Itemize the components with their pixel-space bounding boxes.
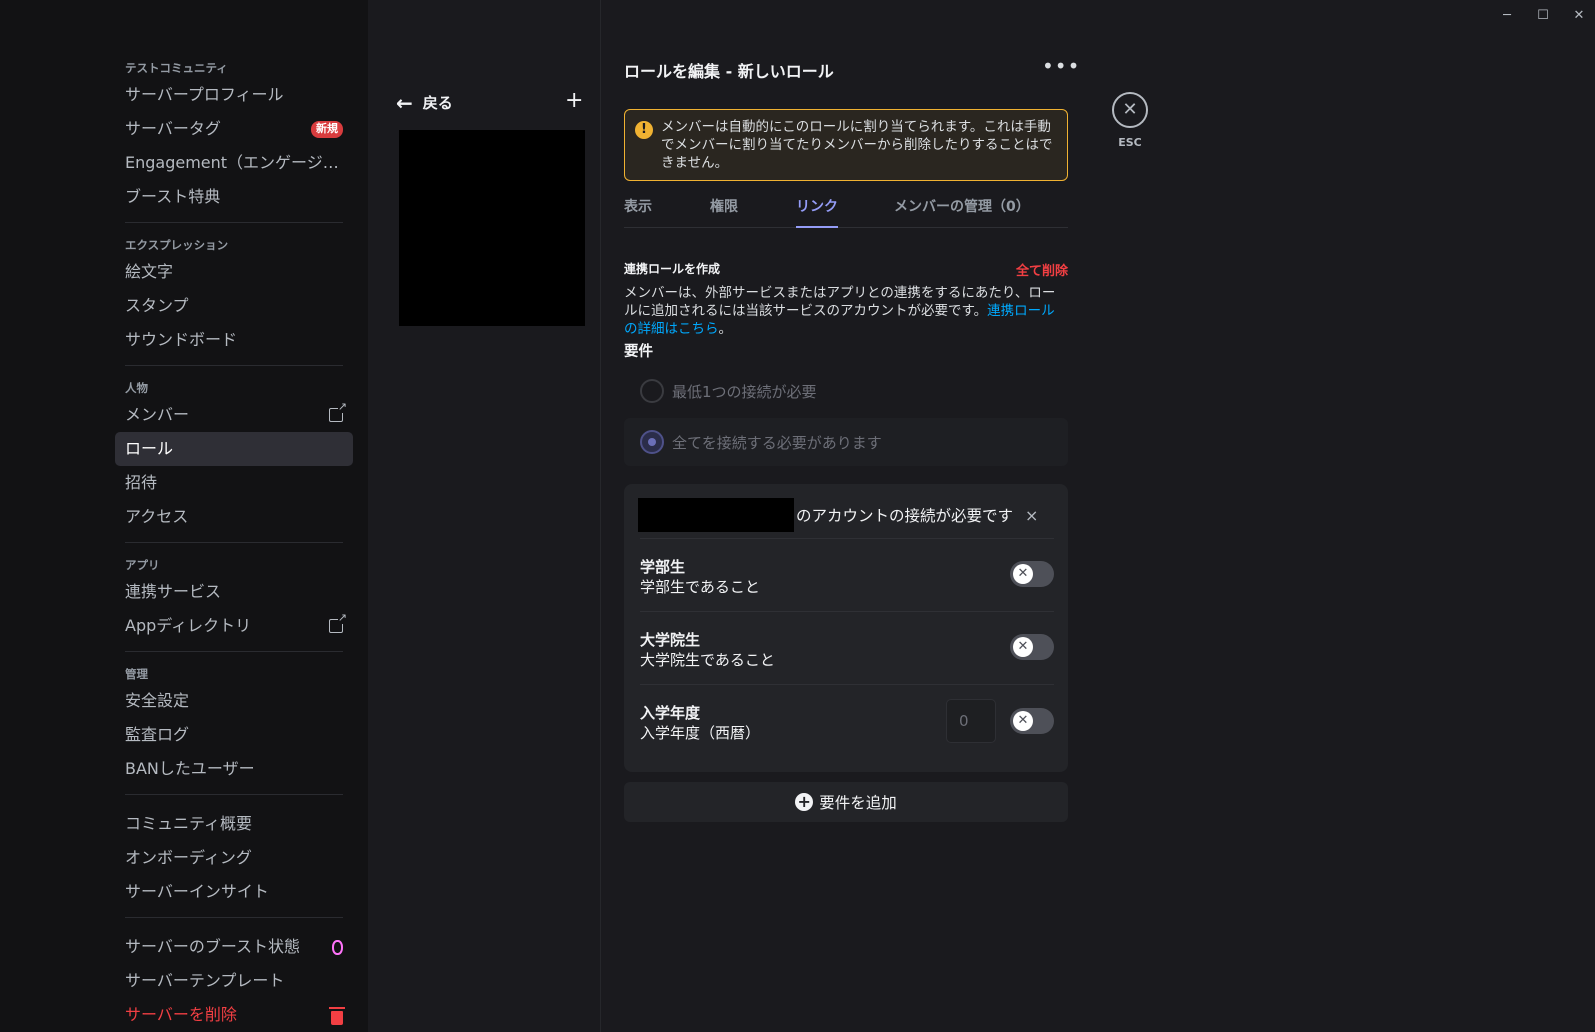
- close-settings[interactable]: ✕ ESC: [1112, 92, 1148, 149]
- sidebar-item-safety[interactable]: 安全設定: [115, 684, 353, 718]
- radio-require-any[interactable]: 最低1つの接続が必要: [624, 367, 1068, 415]
- grad-toggle[interactable]: ✕: [1010, 634, 1054, 660]
- section-head-server: テストコミュニティ: [125, 61, 228, 75]
- sidebar-item-stickers[interactable]: スタンプ: [115, 289, 353, 323]
- divider: [125, 542, 343, 543]
- add-requirement-button[interactable]: + 要件を追加: [624, 782, 1068, 822]
- radio-require-all[interactable]: 全てを接続する必要があります: [624, 418, 1068, 466]
- remove-connection-icon[interactable]: ×: [1025, 506, 1038, 525]
- external-link-icon: [329, 400, 347, 422]
- esc-label: ESC: [1118, 136, 1142, 149]
- section-head-moderation: 管理: [125, 667, 148, 681]
- sidebar-item-invites[interactable]: 招待: [115, 466, 353, 500]
- sidebar-item-access[interactable]: アクセス: [115, 500, 353, 534]
- connection-required-text: のアカウントの接続が必要です: [796, 507, 1014, 525]
- create-role-button[interactable]: +: [565, 88, 583, 113]
- more-options-icon[interactable]: •••: [1042, 56, 1080, 76]
- section-head-people: 人物: [125, 381, 148, 395]
- back-label: 戻る: [422, 94, 453, 112]
- radio-circle-selected: [640, 430, 664, 454]
- criterion-row-enrollment-year: 入学年度 入学年度（西暦） 0 ✕: [640, 684, 1054, 757]
- tab-links[interactable]: リンク: [796, 196, 838, 228]
- enrollment-year-input[interactable]: 0: [946, 699, 996, 743]
- delete-all-button[interactable]: 全て削除: [1016, 260, 1068, 279]
- role-tabs: 表示 権限 リンク メンバーの管理（0）: [624, 192, 1068, 228]
- boost-gem-icon: [332, 939, 343, 955]
- back-button[interactable]: ← 戻る: [396, 92, 453, 113]
- minimize-icon[interactable]: ─: [1499, 6, 1515, 26]
- sidebar-item-server-profile[interactable]: サーバープロフィール: [115, 78, 353, 112]
- sidebar-item-emoji[interactable]: 絵文字: [115, 255, 353, 289]
- warning-icon: !: [635, 121, 653, 139]
- linked-role-description: メンバーは、外部サービスまたはアプリとの連携をするにあたり、ロールに追加されるに…: [624, 285, 1056, 337]
- sidebar-item-app-directory[interactable]: Appディレクトリ: [115, 609, 353, 643]
- divider: [125, 222, 343, 223]
- divider: [125, 651, 343, 652]
- criterion-row-grad: 大学院生 大学院生であること ✕: [640, 611, 1054, 684]
- tab-permissions[interactable]: 権限: [710, 196, 738, 228]
- close-window-icon[interactable]: ✕: [1571, 6, 1587, 26]
- sidebar-item-bans[interactable]: BANしたユーザー: [115, 752, 353, 786]
- section-head-apps: アプリ: [125, 558, 160, 572]
- settings-sidebar: テストコミュニティ サーバープロフィール サーバータグ 新規 Engagement…: [0, 0, 368, 1032]
- sidebar-item-soundboard[interactable]: サウンドボード: [115, 323, 353, 357]
- section-head-expressions: エクスプレッション: [125, 238, 229, 252]
- tab-display[interactable]: 表示: [624, 196, 652, 228]
- sidebar-item-server-template[interactable]: サーバーテンプレート: [115, 964, 353, 998]
- sidebar-item-members[interactable]: メンバー: [115, 398, 353, 432]
- x-icon: ✕: [1013, 564, 1033, 584]
- undergrad-toggle[interactable]: ✕: [1010, 561, 1054, 587]
- warning-text: メンバーは自動的にこのロールに割り当てられます。これは手動でメンバーに割り当てた…: [661, 119, 1053, 171]
- divider: [125, 365, 343, 366]
- sidebar-item-roles[interactable]: ロール: [115, 432, 353, 466]
- sidebar-item-onboarding[interactable]: オンボーディング: [115, 841, 353, 875]
- sidebar-item-boost-status[interactable]: サーバーのブースト状態: [115, 930, 353, 964]
- requirements-heading: 要件: [624, 344, 653, 360]
- external-link-icon: [329, 611, 347, 633]
- sidebar-item-boost-perks[interactable]: ブースト特典: [115, 180, 353, 214]
- divider: [125, 794, 343, 795]
- sidebar-item-engagement[interactable]: Engagement（エンゲージメ...: [115, 146, 353, 180]
- criterion-row-undergrad: 学部生 学部生であること ✕: [640, 538, 1054, 611]
- auto-assign-warning: ! メンバーは自動的にこのロールに割り当てられます。これは手動でメンバーに割り当…: [624, 109, 1068, 181]
- sidebar-item-audit-log[interactable]: 監査ログ: [115, 718, 353, 752]
- page-title: ロールを編集 - 新しいロール: [624, 62, 834, 81]
- sidebar-item-server-tag[interactable]: サーバータグ 新規: [115, 112, 353, 146]
- tab-manage-members[interactable]: メンバーの管理（0）: [894, 196, 1030, 228]
- redacted-role-list: [399, 130, 585, 326]
- radio-circle: [640, 379, 664, 403]
- divider: [125, 917, 343, 918]
- new-badge: 新規: [311, 120, 343, 138]
- redacted-service-name: [638, 498, 794, 532]
- x-icon: ✕: [1013, 637, 1033, 657]
- plus-circle-icon: +: [795, 793, 814, 811]
- trash-icon: [329, 1007, 345, 1025]
- linked-role-heading: 連携ロールを作成: [624, 262, 721, 276]
- window-controls: ─ ☐ ✕: [1499, 6, 1587, 26]
- role-list-column: ← 戻る +: [368, 0, 601, 1032]
- sidebar-item-community-overview[interactable]: コミュニティ概要: [115, 807, 353, 841]
- sidebar-item-integrations[interactable]: 連携サービス: [115, 575, 353, 609]
- sidebar-item-delete-server[interactable]: サーバーを削除: [115, 998, 353, 1032]
- arrow-left-icon: ←: [396, 90, 413, 115]
- x-icon: ✕: [1013, 711, 1033, 731]
- connection-requirement-card: のアカウントの接続が必要です × 学部生 学部生であること ✕ 大学院生 大学院…: [624, 484, 1068, 772]
- sidebar-item-server-insights[interactable]: サーバーインサイト: [115, 875, 353, 909]
- edit-role-panel: ロールを編集 - 新しいロール ••• ! メンバーは自動的にこのロールに割り当…: [624, 0, 1079, 1032]
- enrollment-year-toggle[interactable]: ✕: [1010, 708, 1054, 734]
- close-icon[interactable]: ✕: [1112, 92, 1148, 128]
- maximize-icon[interactable]: ☐: [1535, 6, 1551, 26]
